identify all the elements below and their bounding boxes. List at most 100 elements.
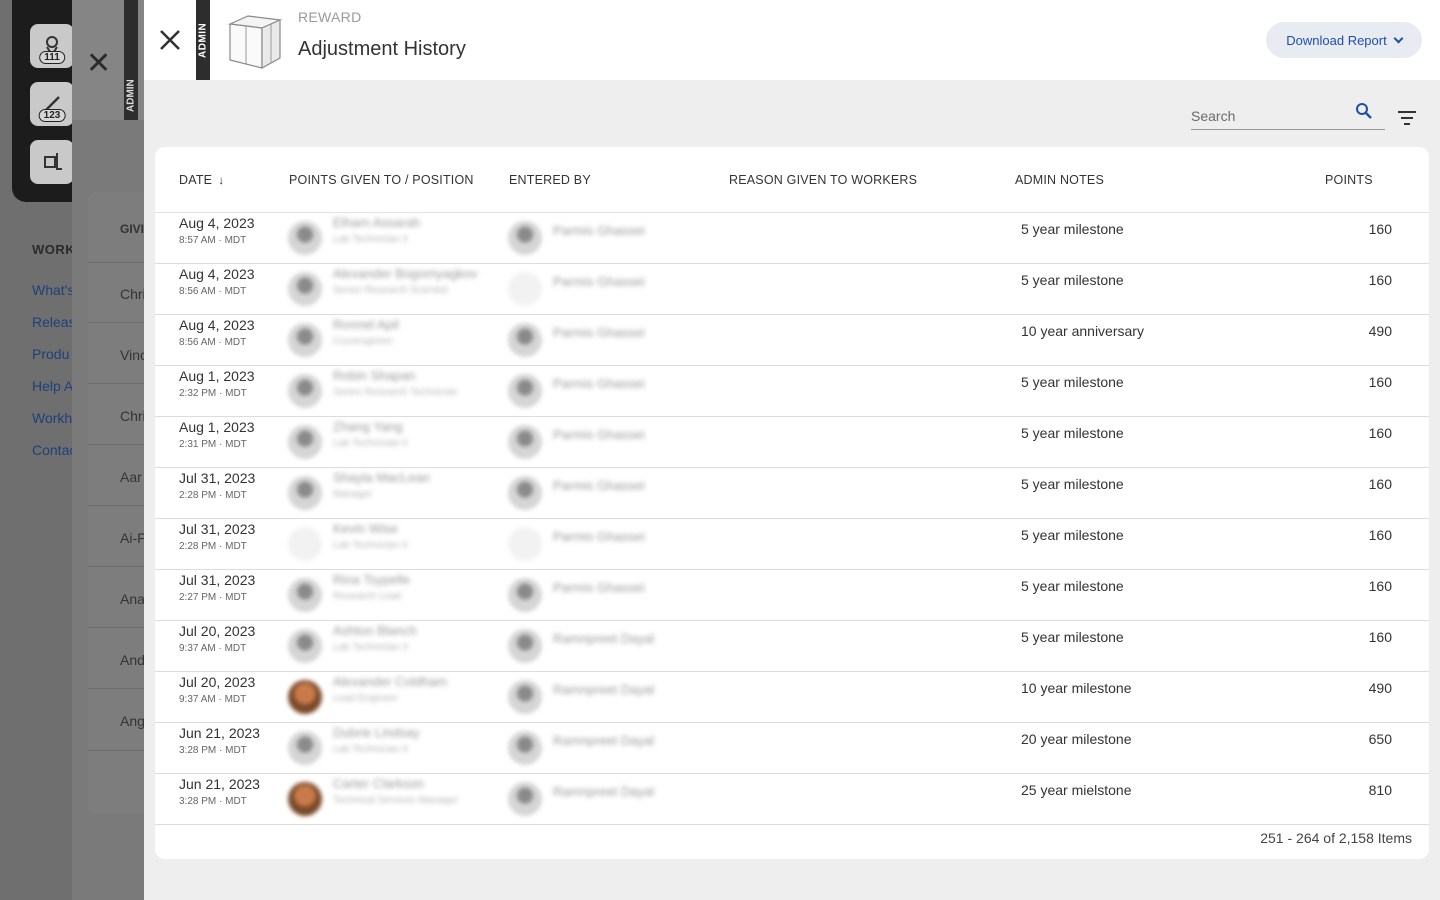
column-header-reason[interactable]: REASON GIVEN TO WORKERS	[729, 173, 917, 187]
row-date: Jul 31, 2023	[179, 470, 256, 486]
divider	[88, 444, 148, 445]
bg-section-heading: WORK	[32, 242, 76, 257]
row-time: 2:28 PM · MDT	[179, 541, 247, 552]
column-header-given-to[interactable]: POINTS GIVEN TO / POSITION	[289, 173, 474, 187]
column-header-points[interactable]: POINTS	[1325, 173, 1373, 187]
admin-note: 5 year milestone	[1021, 629, 1124, 645]
avatar	[288, 476, 322, 510]
table-row[interactable]: Jul 31, 2023 2:28 PM · MDT Kevin Wise Lab T…	[155, 519, 1429, 570]
admin-strip: ADMIN	[196, 0, 210, 80]
table-row[interactable]: Jul 31, 2023 2:27 PM · MDT Rina Tsypelle Re…	[155, 570, 1429, 621]
given-to-name: Kevin Wise	[333, 521, 399, 536]
close-button[interactable]	[156, 20, 184, 60]
bg-card-heading: GIVI	[120, 222, 145, 236]
entered-by-name: Parmis Ghassei	[553, 223, 645, 238]
avatar	[288, 272, 322, 306]
search-icon[interactable]	[1355, 102, 1373, 120]
bg-card-row: Chri	[120, 408, 146, 424]
row-date: Aug 1, 2023	[179, 419, 255, 435]
table-row[interactable]: Jun 21, 2023 3:28 PM · MDT Dubrie Lindsay L…	[155, 723, 1429, 774]
redacted-person-cell	[272, 213, 672, 263]
bg-card-row: Chri	[120, 286, 146, 302]
given-to-name: Carter Clarkson	[333, 776, 425, 791]
avatar	[508, 731, 542, 765]
column-header-admin-notes[interactable]: ADMIN NOTES	[1015, 173, 1104, 187]
divider	[88, 750, 148, 751]
chevron-down-icon	[1393, 33, 1404, 43]
avatar	[508, 272, 542, 306]
badge-icon: 111	[30, 24, 74, 68]
table-row[interactable]: Jul 20, 2023 9:37 AM · MDT Ashton Blanch La…	[155, 621, 1429, 672]
table-row[interactable]: Aug 1, 2023 2:31 PM · MDT Zhang Yang Lab Te…	[155, 417, 1429, 468]
download-report-label: Download Report	[1286, 32, 1387, 48]
avatar	[288, 731, 322, 765]
redacted-person-cell	[272, 672, 672, 722]
entered-by-name: Parmis Ghassei	[553, 580, 645, 595]
bg-underlying-modal-header	[72, 0, 152, 120]
row-date: Jul 31, 2023	[179, 521, 256, 537]
admin-note: 5 year milestone	[1021, 272, 1124, 288]
avatar	[288, 425, 322, 459]
given-to-name: Elham Assarah	[333, 215, 421, 230]
points-value: 490	[1368, 680, 1392, 696]
avatar	[508, 374, 542, 408]
pen-icon: 123	[30, 82, 74, 126]
table-row[interactable]: Aug 4, 2023 8:57 AM · MDT Elham Assarah Lab…	[155, 213, 1429, 264]
admin-note: 5 year milestone	[1021, 374, 1124, 390]
redacted-person-cell	[272, 366, 672, 416]
table-row[interactable]: Aug 1, 2023 2:32 PM · MDT Robin Shapan Seni…	[155, 366, 1429, 417]
search-input[interactable]	[1191, 104, 1351, 128]
points-value: 160	[1368, 425, 1392, 441]
entered-by-name: Ramnpreet Dayal	[553, 631, 655, 646]
given-to-position: Lab Technician II	[333, 540, 408, 551]
points-value: 160	[1368, 272, 1392, 288]
row-time: 8:56 AM · MDT	[179, 337, 247, 348]
given-to-position: Technical Services Manager	[333, 795, 459, 806]
given-to-name: Alexander Coldham	[333, 674, 448, 689]
row-time: 8:56 AM · MDT	[179, 286, 247, 297]
avatar	[288, 221, 322, 255]
given-to-position: Lab Technician II	[333, 744, 408, 755]
points-value: 650	[1368, 731, 1392, 747]
given-to-name: Dubrie Lindsay	[333, 725, 420, 740]
table-row[interactable]: Jul 20, 2023 9:37 AM · MDT Alexander Coldh…	[155, 672, 1429, 723]
column-header-date[interactable]: DATE ↓	[179, 173, 224, 187]
entered-by-name: Parmis Ghassei	[553, 325, 645, 340]
given-to-name: Ashton Blanch	[333, 623, 417, 638]
entered-by-name: Parmis Ghassei	[553, 274, 645, 289]
table-row[interactable]: Aug 4, 2023 8:56 AM · MDT Ronnel Apil Cryoe…	[155, 315, 1429, 366]
history-table: DATE ↓ POINTS GIVEN TO / POSITION ENTERED…	[155, 147, 1429, 859]
row-time: 8:57 AM · MDT	[179, 235, 247, 246]
bg-card-row: Ang	[120, 713, 145, 729]
given-to-position: Cryoengineer	[333, 336, 394, 347]
row-date: Jul 20, 2023	[179, 674, 256, 690]
row-date: Jul 31, 2023	[179, 572, 256, 588]
table-row[interactable]: Jun 21, 2023 3:28 PM · MDT Carter Clarkson…	[155, 774, 1429, 825]
divider	[88, 627, 148, 628]
row-time: 9:37 AM · MDT	[179, 694, 247, 705]
given-to-name: Robin Shapan	[333, 368, 416, 383]
avatar	[288, 680, 322, 714]
admin-note: 25 year mielstone	[1021, 782, 1132, 798]
row-time: 2:31 PM · MDT	[179, 439, 247, 450]
admin-note: 10 year anniversary	[1021, 323, 1144, 339]
given-to-name: Ronnel Apil	[333, 317, 399, 332]
table-row[interactable]: Aug 4, 2023 8:56 AM · MDT Alexander Bogomy…	[155, 264, 1429, 315]
bg-link: What's	[32, 282, 75, 298]
row-date: Jul 20, 2023	[179, 623, 256, 639]
row-time: 9:37 AM · MDT	[179, 643, 247, 654]
bg-link: Help A	[32, 378, 74, 394]
table-row[interactable]: Jul 31, 2023 2:28 PM · MDT Shayla MacLean M…	[155, 468, 1429, 519]
row-time: 2:32 PM · MDT	[179, 388, 247, 399]
admin-note: 5 year milestone	[1021, 527, 1124, 543]
entered-by-name: Ramnpreet Dayal	[553, 733, 655, 748]
column-header-entered-by[interactable]: ENTERED BY	[509, 173, 591, 187]
given-to-position: Lab Technician II	[333, 234, 408, 245]
download-report-button[interactable]: Download Report	[1266, 22, 1422, 58]
row-date: Aug 4, 2023	[179, 215, 255, 231]
admin-note: 5 year milestone	[1021, 425, 1124, 441]
bg-card-row: Ana	[120, 591, 145, 607]
given-to-name: Alexander Bogomyagkov	[333, 266, 478, 281]
filter-icon[interactable]	[1396, 108, 1418, 128]
entered-by-name: Ramnpreet Dayal	[553, 682, 655, 697]
